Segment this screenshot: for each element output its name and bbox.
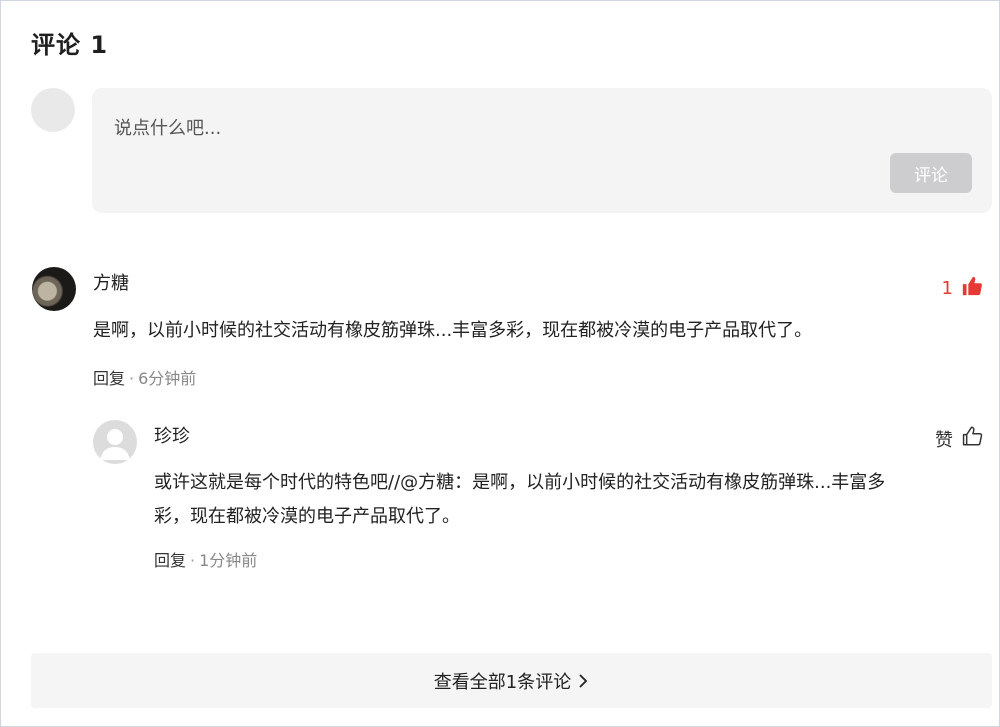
reply-text-line-2: 彩，现在都被冷漠的电子产品取代了。 bbox=[154, 506, 460, 527]
comment-composer: 评论 bbox=[92, 88, 992, 213]
comment-input[interactable] bbox=[112, 112, 876, 144]
comment-meta: 回复 · 6分钟前 bbox=[93, 369, 197, 388]
reply-text-line-1: 或许这就是每个时代的特色吧//@方糖：是啊，以前小时候的社交活动有橡皮筋弹珠..… bbox=[154, 472, 886, 493]
comments-title: 评论 1 bbox=[31, 31, 109, 59]
comment-text: 是啊，以前小时候的社交活动有橡皮筋弹珠...丰富多彩，现在都被冷漠的电子产品取代… bbox=[93, 320, 813, 341]
chevron-right-icon bbox=[577, 673, 589, 689]
reply-username[interactable]: 珍珍 bbox=[154, 422, 190, 448]
like-count: 1 bbox=[941, 278, 953, 299]
comment-time: 6分钟前 bbox=[138, 369, 197, 388]
view-all-label: 查看全部1条评论 bbox=[433, 671, 572, 693]
reply-time: 1分钟前 bbox=[199, 551, 258, 570]
comments-panel: 评论 1 评论 方糖 1 是啊，以前小时候的社交活动有橡皮筋弹珠...丰富多彩，… bbox=[0, 0, 1000, 727]
like-label: 赞 bbox=[935, 429, 953, 451]
avatar[interactable] bbox=[32, 267, 76, 311]
thumbs-up-filled-icon bbox=[961, 275, 983, 302]
reply-meta: 回复 · 1分钟前 bbox=[154, 551, 258, 570]
submit-comment-button[interactable]: 评论 bbox=[890, 153, 972, 193]
like-button[interactable]: 赞 bbox=[935, 425, 983, 452]
reply-button[interactable]: 回复 bbox=[154, 551, 186, 570]
reply-button[interactable]: 回复 bbox=[93, 369, 125, 388]
comment-username[interactable]: 方糖 bbox=[93, 269, 129, 295]
view-all-comments-button[interactable]: 查看全部1条评论 bbox=[31, 653, 992, 708]
like-button[interactable]: 1 bbox=[942, 275, 983, 302]
default-avatar-icon bbox=[100, 429, 130, 460]
thumbs-up-outline-icon bbox=[961, 425, 983, 452]
current-user-avatar bbox=[31, 88, 75, 132]
avatar[interactable] bbox=[93, 420, 137, 464]
